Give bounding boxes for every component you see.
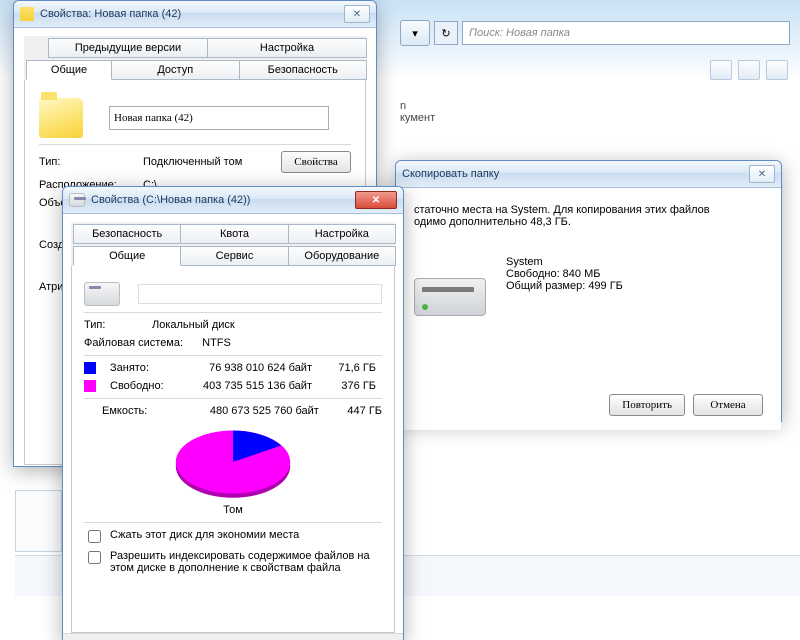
refresh-button[interactable]: ↻	[434, 21, 458, 45]
drive-icon	[84, 282, 120, 306]
tab-general[interactable]: Общие	[26, 60, 112, 80]
error-message-line2: одимо дополнительно 48,3 ГБ.	[414, 216, 763, 228]
titlebar[interactable]: Свойства: Новая папка (42) ✕	[14, 1, 376, 28]
drive-graphic	[414, 250, 484, 326]
disk-usage-pie-chart	[168, 425, 298, 500]
file-name-line2: кумент	[400, 112, 435, 124]
capacity-gb: 447 ГБ	[327, 405, 382, 417]
drive-total: Общий размер: 499 ГБ	[506, 280, 623, 292]
close-icon[interactable]: ✕	[344, 5, 370, 23]
search-input[interactable]: Поиск: Новая папка	[462, 21, 790, 45]
titlebar[interactable]: Скопировать папку ✕	[396, 161, 781, 188]
used-bytes: 76 938 010 624 байт	[182, 362, 312, 374]
folder-name-input[interactable]	[109, 106, 329, 130]
type-value: Локальный диск	[152, 319, 235, 331]
properties-button[interactable]: Свойства	[281, 151, 351, 173]
free-bytes: 403 735 515 136 байт	[182, 380, 312, 392]
folder-tree-panel	[15, 490, 62, 552]
drive-name: System	[506, 256, 623, 268]
dialog-title: Скопировать папку	[402, 168, 743, 180]
help-button[interactable]	[766, 60, 788, 80]
used-color-icon	[84, 362, 96, 374]
volume-label-input[interactable]	[138, 284, 382, 304]
folder-icon	[20, 7, 34, 21]
tab-previous-versions[interactable]: Предыдущие версии	[48, 38, 208, 58]
retry-button[interactable]: Повторить	[609, 394, 685, 416]
tab-customize[interactable]: Настройка	[207, 38, 367, 58]
drive-properties-dialog: Свойства (C:\Новая папка (42)) ✕ Безопас…	[62, 186, 404, 640]
folder-icon	[39, 98, 83, 138]
close-icon[interactable]: ✕	[749, 165, 775, 183]
type-value: Подключенный том	[143, 156, 273, 168]
tab-sharing[interactable]: Доступ	[111, 60, 240, 80]
fs-label: Файловая система:	[84, 337, 183, 349]
free-gb: 376 ГБ	[320, 380, 376, 392]
free-color-icon	[84, 380, 96, 392]
drive-icon	[69, 193, 85, 207]
tab-security[interactable]: Безопасность	[239, 60, 368, 80]
fs-value: NTFS	[202, 337, 231, 349]
dialog-title: Свойства: Новая папка (42)	[40, 8, 338, 20]
nav-back-button[interactable]: ▾	[400, 20, 430, 46]
tab-general[interactable]: Общие	[73, 246, 181, 266]
type-label: Тип:	[84, 319, 144, 331]
free-label: Свободно:	[110, 380, 174, 392]
cancel-button[interactable]: Отмена	[693, 394, 763, 416]
copy-folder-dialog: Скопировать папку ✕ статочно места на Sy…	[395, 160, 782, 422]
tab-tools[interactable]: Сервис	[180, 246, 288, 266]
type-label: Тип:	[39, 156, 135, 168]
search-placeholder: Поиск: Новая папка	[469, 27, 570, 39]
preview-pane-button[interactable]	[738, 60, 760, 80]
drive-free: Свободно: 840 МБ	[506, 268, 623, 280]
titlebar[interactable]: Свойства (C:\Новая папка (42)) ✕	[63, 187, 403, 214]
view-mode-button[interactable]	[710, 60, 732, 80]
close-icon[interactable]: ✕	[355, 191, 397, 209]
tab-hardware[interactable]: Оборудование	[288, 246, 396, 266]
compress-checkbox[interactable]: Сжать этот диск для экономии места	[84, 529, 382, 546]
tab-customize[interactable]: Настройка	[288, 224, 396, 244]
error-message-line1: статочно места на System. Для копировани…	[414, 204, 763, 216]
used-gb: 71,6 ГБ	[320, 362, 376, 374]
tab-security[interactable]: Безопасность	[73, 224, 181, 244]
file-item[interactable]: n кумент	[400, 100, 435, 124]
index-checkbox[interactable]: Разрешить индексировать содержимое файло…	[84, 550, 382, 574]
file-name-line1: n	[400, 100, 435, 112]
dialog-title: Свойства (C:\Новая папка (42))	[91, 194, 349, 206]
used-label: Занято:	[110, 362, 174, 374]
tab-quota[interactable]: Квота	[180, 224, 288, 244]
